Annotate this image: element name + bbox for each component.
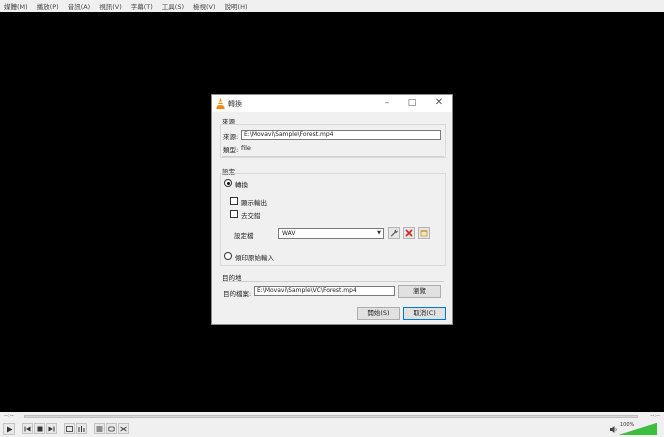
stop-icon: [37, 426, 42, 431]
start-button[interactable]: 開始(S): [357, 307, 400, 320]
menu-view[interactable]: 檢視(V): [193, 1, 216, 11]
menu-audio[interactable]: 音訊(A): [68, 1, 91, 11]
playlist-button[interactable]: [94, 423, 105, 434]
source-input[interactable]: E:\Movavi\Sample\Forest.mp4: [241, 130, 441, 140]
seek-slider[interactable]: [24, 415, 638, 418]
dump-raw-radio[interactable]: [224, 252, 232, 260]
show-output-label: 顯示輸出: [241, 199, 267, 207]
new-profile-icon: [420, 230, 428, 237]
minimize-button[interactable]: –: [380, 97, 394, 109]
dump-raw-label: 傾印原始輸入: [235, 254, 274, 262]
shuffle-button[interactable]: [118, 423, 129, 434]
wrench-icon: [390, 229, 398, 237]
volume-slider[interactable]: [619, 423, 657, 435]
browse-button[interactable]: 瀏覽: [398, 285, 441, 298]
seek-row: --:-- --:--: [0, 412, 664, 421]
destination-divider: [222, 281, 444, 282]
destination-input[interactable]: E:\Movavi\Sample\VC\Forest.mp4: [254, 286, 395, 296]
loop-icon: [108, 426, 115, 431]
menubar: 媒體(M) 播放(P) 音訊(A) 視訊(V) 字幕(T) 工具(S) 檢視(V…: [0, 0, 664, 12]
menu-subtitle[interactable]: 字幕(T): [131, 1, 153, 11]
extended-settings-button[interactable]: [76, 423, 87, 434]
menu-video[interactable]: 視訊(V): [99, 1, 122, 11]
profile-select[interactable]: WAV ▼: [278, 228, 384, 239]
playlist-icon: [96, 426, 103, 431]
speaker-icon[interactable]: [610, 426, 618, 433]
close-button[interactable]: ✕: [432, 97, 446, 109]
source-divider: [222, 156, 444, 157]
loop-button[interactable]: [106, 423, 117, 434]
equalizer-icon: [78, 425, 85, 432]
convert-radio[interactable]: [224, 179, 232, 187]
fullscreen-button[interactable]: [64, 423, 75, 434]
show-output-checkbox[interactable]: [230, 197, 238, 205]
menu-media[interactable]: 媒體(M): [4, 1, 28, 11]
play-icon: [6, 426, 12, 432]
play-button[interactable]: [3, 423, 15, 435]
next-icon: [48, 426, 55, 431]
menu-help[interactable]: 說明(H): [225, 1, 248, 11]
type-label: 類型:: [223, 146, 239, 154]
convert-label: 轉換: [235, 181, 248, 189]
destination-file-label: 目的檔案:: [223, 290, 252, 298]
chevron-down-icon: ▼: [377, 230, 381, 236]
profile-select-value: WAV: [282, 230, 296, 237]
dialog-title: 轉換: [228, 100, 242, 108]
vlc-cone-icon: [216, 98, 225, 109]
next-button[interactable]: [46, 423, 57, 434]
delete-profile-button[interactable]: [403, 227, 415, 239]
cancel-button[interactable]: 取消(C): [403, 307, 446, 320]
source-label: 來源:: [223, 133, 239, 141]
delete-x-icon: [405, 229, 413, 237]
stop-button[interactable]: [34, 423, 45, 434]
maximize-button[interactable]: □: [405, 97, 419, 109]
dialog-titlebar[interactable]: 轉換 – □ ✕: [212, 95, 452, 112]
menu-tools[interactable]: 工具(S): [162, 1, 184, 11]
convert-dialog: 轉換 – □ ✕ 來源 來源: E:\Movavi\Sample\Forest.…: [211, 94, 453, 325]
total-time: --:--: [650, 413, 660, 419]
fullscreen-icon: [66, 425, 73, 432]
deinterlace-checkbox[interactable]: [230, 210, 238, 218]
shuffle-icon: [120, 426, 127, 431]
previous-icon: [24, 426, 31, 431]
deinterlace-label: 去交錯: [241, 212, 261, 220]
type-value: file: [241, 144, 251, 152]
previous-button[interactable]: [22, 423, 33, 434]
edit-profile-button[interactable]: [388, 227, 400, 239]
menu-playback[interactable]: 播放(P): [37, 1, 59, 11]
new-profile-button[interactable]: [418, 227, 430, 239]
profile-label: 設定檔: [234, 232, 254, 240]
controls-bar: 100%: [0, 421, 664, 437]
elapsed-time: --:--: [4, 413, 14, 419]
